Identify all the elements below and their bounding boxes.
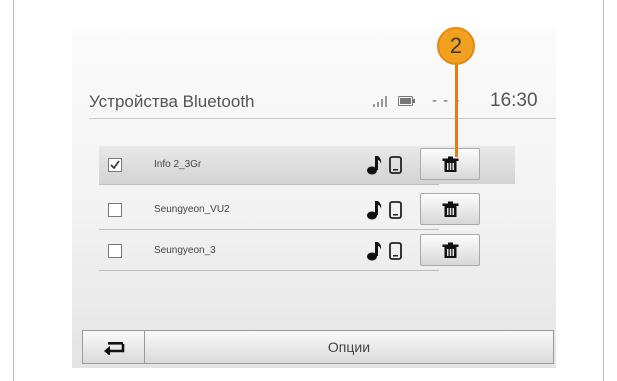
trash-icon [442, 156, 459, 172]
delete-device-button[interactable] [420, 234, 480, 266]
back-button[interactable] [83, 331, 145, 363]
delete-device-button[interactable] [420, 193, 480, 225]
frame-border-right [603, 0, 604, 381]
trash-icon [442, 201, 459, 217]
row-divider [99, 270, 439, 271]
bluetooth-devices-screen: Устройства Bluetooth - - - 16:30 Info 2_… [72, 28, 556, 368]
options-button[interactable]: Опции [145, 331, 553, 363]
back-arrow-icon [104, 342, 125, 355]
header-divider [89, 118, 556, 119]
device-row[interactable]: Info 2_3Gr [99, 146, 515, 185]
frame-border-left [13, 0, 14, 381]
clock: 16:30 [490, 90, 538, 111]
device-checkbox[interactable] [108, 158, 122, 172]
device-row[interactable]: Seungyeon_VU2 [99, 191, 515, 230]
music-icon [367, 156, 382, 175]
phone-icon [389, 201, 402, 219]
callout-badge: 2 [437, 27, 475, 65]
row-divider [99, 184, 439, 185]
page-title: Устройства Bluetooth [89, 92, 255, 111]
options-label: Опции [327, 339, 371, 355]
device-name: Seungyeon_3 [154, 245, 216, 256]
device-checkbox[interactable] [108, 244, 122, 258]
row-divider [99, 229, 439, 230]
music-icon [367, 201, 382, 220]
music-icon [367, 242, 382, 261]
callout-number: 2 [449, 33, 463, 58]
device-name: Info 2_3Gr [154, 159, 202, 170]
bottom-bar: Опции [82, 330, 554, 364]
trash-icon [442, 242, 459, 258]
battery-icon [398, 96, 415, 106]
device-name: Seungyeon_VU2 [154, 204, 230, 215]
device-checkbox[interactable] [108, 203, 122, 217]
delete-device-button[interactable] [420, 148, 480, 180]
phone-icon [389, 242, 402, 260]
device-row[interactable]: Seungyeon_3 [99, 232, 515, 271]
checkmark-icon [110, 160, 120, 170]
callout-line [455, 57, 458, 157]
phone-icon [389, 156, 402, 174]
signal-icon [373, 96, 387, 107]
